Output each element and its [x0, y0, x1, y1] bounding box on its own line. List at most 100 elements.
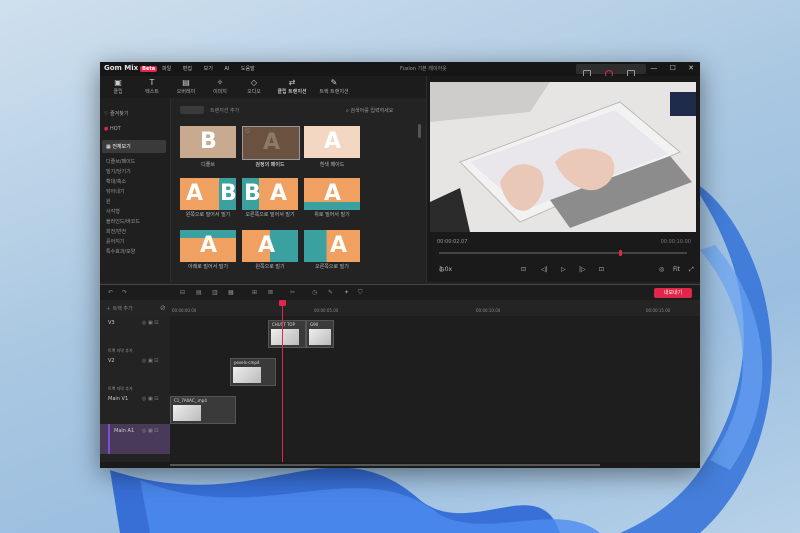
rotate-icon[interactable]: ⊠	[268, 289, 273, 296]
seek-handle[interactable]	[619, 250, 622, 256]
gom-mix-window: Gom Mix Beta 파일 편집 보기 AI 도움말 Fusion 기본 레이…	[100, 62, 700, 468]
transition-thumb-push-right[interactable]: BA	[242, 178, 298, 210]
transition-label: 위로 밀어서 밀기	[314, 212, 350, 218]
cut-icon[interactable]: ✂	[290, 289, 295, 296]
playhead[interactable]	[279, 300, 286, 462]
maximize-button[interactable]: ☐	[670, 64, 676, 72]
next-frame-icon[interactable]: |▷	[579, 266, 586, 273]
app-logo: Gom Mix Beta	[104, 64, 158, 72]
add-track-button[interactable]: ＋ 트랙 추가	[106, 305, 133, 312]
tab-clip-transition[interactable]: ⇄ 클립 트랜지션	[270, 78, 314, 100]
close-button[interactable]: ✕	[688, 64, 694, 72]
menu-view[interactable]: 보기	[204, 66, 213, 72]
speed-icon[interactable]: ◷	[312, 289, 317, 296]
effect-icon[interactable]: ✦	[344, 289, 349, 296]
clip-thumbnail	[271, 329, 299, 345]
shield-icon[interactable]: ⛉	[358, 289, 363, 297]
redo-icon[interactable]: ↷	[122, 289, 127, 296]
sidebar-item-special[interactable]: 특수효과/모양	[106, 248, 135, 255]
crop-icon[interactable]: ⊞	[252, 289, 257, 296]
magnet-icon[interactable]: ⊘	[160, 304, 166, 312]
sidebar-item-wipe[interactable]: 닦아내기	[106, 188, 124, 195]
menu-help[interactable]: 도움말	[241, 66, 255, 72]
transition-thumb-dissolve[interactable]: B	[180, 126, 236, 158]
view-toggle[interactable]	[180, 106, 204, 114]
transition-thumb-slide-right[interactable]: A	[304, 230, 360, 262]
transition-thumb-slide-left[interactable]: A	[242, 230, 298, 262]
sidebar-item-hot[interactable]: ● HOT	[104, 126, 121, 132]
sidebar-item-rotate[interactable]: 회전/반전	[106, 228, 126, 235]
audio-track-header	[100, 424, 170, 454]
timeline-toolbar: ↶ ↷ ⊟ ▤ ▥ ▦ ⊞ ⊠ ✂ ◷ ✎ ✦ ⛉ 내보내기	[100, 284, 700, 301]
transition-thumb-black-fade[interactable]: A ♡	[242, 126, 300, 160]
ruler-tick: 00:00:15.00	[646, 308, 671, 313]
fullscreen-icon[interactable]: ⤢	[689, 266, 694, 274]
menu-bar: 파일 편집 보기 AI 도움말	[162, 65, 265, 72]
track-main-a1-name: Main A1	[114, 428, 135, 434]
browser-scrollbar[interactable]	[418, 124, 421, 138]
play-icon[interactable]: ▷	[561, 266, 566, 273]
sidebar-item-blind[interactable]: 블라인드/바코드	[106, 218, 140, 225]
tab-image[interactable]: ✧ 이미지	[202, 78, 238, 95]
sidebar-item-favorites[interactable]: ♡ 즐겨찾기	[104, 110, 128, 117]
clip-v3-a[interactable]: CHUST TOP	[268, 320, 306, 348]
clip-thumbnail	[173, 405, 201, 421]
clip-thumbnail	[233, 367, 261, 383]
sidebar-item-all[interactable]: ▦ 전체보기	[102, 140, 166, 153]
time-ruler[interactable]: 00:00:00.00 00:00:05.00 00:00:10.00 00:0…	[170, 300, 700, 317]
track-v2-name: V2	[108, 358, 115, 364]
sidebar-item-zoom[interactable]: 확대/축소	[106, 178, 126, 185]
prev-frame-icon[interactable]: ◁|	[541, 266, 548, 273]
tab-text[interactable]: T 텍스트	[134, 78, 170, 95]
tab-clip[interactable]: ▣ 클립	[100, 78, 136, 95]
transition-label: 왼쪽으로 밀기	[255, 264, 285, 270]
export-button[interactable]: 내보내기	[654, 288, 692, 298]
track-v3-subtitle[interactable]: 트랙 자막 추가	[108, 348, 133, 354]
transition-thumb-push-down[interactable]: A	[180, 230, 236, 262]
transition-label: 검정의 페이드	[255, 162, 285, 168]
transition-thumb-push-left[interactable]: AB	[180, 178, 237, 210]
menu-file[interactable]: 파일	[162, 66, 171, 72]
zoom-fit[interactable]: Fit	[673, 266, 680, 273]
timeline-hscroll[interactable]	[170, 462, 700, 468]
snapshot-icon[interactable]: ◎	[659, 266, 664, 273]
mark-in-icon[interactable]: ⊡	[521, 266, 526, 273]
image-icon: ✧	[216, 78, 224, 87]
undo-icon[interactable]: ↶	[108, 289, 113, 296]
sidebar-item-push[interactable]: 밀기/당기기	[106, 168, 131, 175]
clip-main-v1[interactable]: C1_7A0AC_.mp4	[170, 396, 236, 424]
heart-icon: ♡	[245, 128, 251, 135]
sidebar-item-rect[interactable]: 사각형	[106, 208, 120, 215]
transition-thumb-push-up[interactable]: A	[304, 178, 360, 210]
hscroll-thumb[interactable]	[170, 464, 600, 466]
menu-edit[interactable]: 편집	[183, 66, 192, 72]
sidebar-item-dissolve[interactable]: 디졸브/페이드	[106, 158, 135, 165]
minimize-button[interactable]: —	[650, 64, 657, 72]
sidebar-item-circle[interactable]: 원	[106, 198, 111, 205]
tab-track-transition[interactable]: ✎ 트랙 트랜지션	[312, 78, 356, 95]
clip-v3-b[interactable]: G90	[306, 320, 334, 348]
mark-out-icon[interactable]: ⊡	[599, 266, 604, 273]
tab-overlay[interactable]: ▤ 오버레이	[168, 78, 204, 95]
track-v2-subtitle[interactable]: 트랙 자막 추가	[108, 386, 133, 392]
clip-icon: ▣	[114, 78, 122, 87]
track-v3-controls[interactable]: ◎ ▣ ⊡	[142, 320, 158, 326]
clip-v2[interactable]: pexels-cmp4	[230, 358, 276, 386]
paste-icon[interactable]: ▥	[212, 289, 218, 296]
delete-icon[interactable]: ▦	[228, 289, 234, 296]
clip-thumbnail	[309, 329, 331, 345]
track-v1-controls[interactable]: ◎ ▣ ⊡	[142, 396, 158, 402]
transition-thumb-white-fade[interactable]: A	[304, 126, 360, 158]
sidebar-item-scatter[interactable]: 흩어지기	[106, 238, 124, 245]
copy-icon[interactable]: ▤	[196, 289, 202, 296]
track-v2-controls[interactable]: ◎ ▣ ⊡	[142, 358, 158, 364]
search-field[interactable]: ⌕ 검색어를 입력하세요	[346, 107, 393, 114]
seek-bar[interactable]	[439, 250, 687, 256]
tab-audio[interactable]: ◇ 오디오	[236, 78, 272, 95]
color-icon[interactable]: ✎	[328, 289, 333, 296]
menu-ai[interactable]: AI	[224, 66, 229, 72]
timeline-zoom-controls[interactable]	[100, 462, 170, 468]
track-a1-controls[interactable]: ◎ ▣ ⊡	[142, 428, 158, 434]
split-icon[interactable]: ⊟	[180, 289, 185, 296]
ruler-tick: 00:00:10.00	[476, 308, 501, 313]
